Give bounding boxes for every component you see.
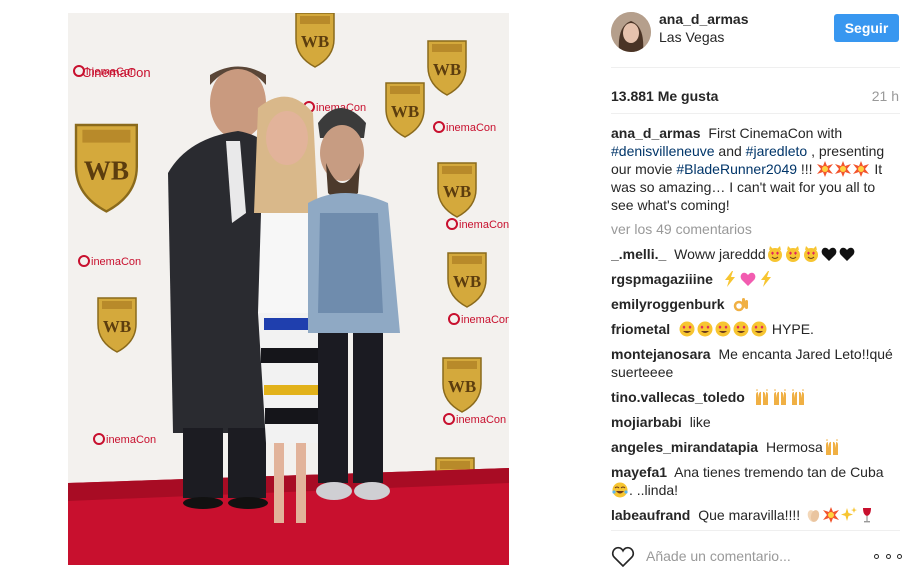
divider [611, 67, 900, 68]
comment-username[interactable]: mojiarbabi [611, 414, 682, 430]
dot [885, 553, 891, 559]
comment-item: tino.vallecas_toledo [611, 388, 901, 406]
dot [897, 553, 902, 559]
raised-hands-icon [773, 389, 786, 405]
ok-hand-icon [734, 298, 749, 312]
comment-emojis [611, 482, 629, 498]
caption-emojis [816, 161, 870, 177]
raised-hands-icon [825, 439, 838, 455]
comment-text: like [689, 414, 711, 430]
caption-username[interactable]: ana_d_armas [611, 125, 701, 141]
location-link[interactable]: Las Vegas [659, 29, 724, 45]
comment-username[interactable]: labeaufrand [611, 507, 690, 523]
comment-emojis [678, 321, 768, 337]
comment-username[interactable]: emilyroggenburk [611, 296, 725, 312]
comment-emojis [753, 389, 807, 405]
raised-hands-icon [755, 389, 768, 405]
comment-item: angeles_mirandatapia Hermosa [611, 438, 901, 456]
comment-emojis [766, 246, 856, 262]
collision-icon [835, 161, 852, 177]
comment-text: . ..linda! [629, 482, 679, 498]
heart-eyes-icon [697, 321, 713, 337]
black-heart-icon [839, 247, 855, 261]
comment-item: _.melli._ Woww jareddd [611, 245, 901, 263]
heart-eyes-cat-icon [767, 246, 782, 262]
comment-item: mojiarbabi like [611, 413, 901, 431]
comment-text: Ana tienes tremendo tan de Cuba [674, 464, 884, 480]
timestamp[interactable]: 21 h [872, 88, 899, 104]
photo-scene: WB inemaCon [68, 13, 509, 565]
heart-eyes-icon [679, 321, 695, 337]
comment-item: labeaufrand Que maravilla!!!! [611, 506, 901, 524]
comment-text: Hermosa [765, 439, 823, 455]
caption-text: First CinemaCon with [708, 125, 843, 141]
hashtag-link[interactable]: #BladeRunner2049 [676, 161, 797, 177]
lightning-icon [760, 271, 771, 287]
clap-icon [807, 510, 820, 522]
comment-username[interactable]: mayefa1 [611, 464, 667, 480]
caption-text: !!! [800, 161, 813, 177]
comment-text: Que maravilla!!!! [698, 507, 801, 523]
avatar[interactable] [611, 12, 651, 52]
username-link[interactable]: ana_d_armas [659, 11, 749, 27]
dot [874, 553, 879, 559]
divider [611, 113, 900, 114]
comment-username[interactable]: friometal [611, 321, 670, 337]
comment-text: HYPE. [771, 321, 814, 337]
collision-icon [853, 161, 870, 177]
comment-emojis [732, 296, 750, 312]
black-heart-icon [821, 247, 837, 261]
comment-username[interactable]: _.melli._ [611, 246, 666, 262]
avatar-image [611, 12, 651, 52]
heart-icon[interactable] [611, 546, 635, 568]
post-photo[interactable]: WB inemaCon [68, 13, 509, 565]
heart-eyes-cat-icon [785, 246, 800, 262]
heart-eyes-icon [751, 321, 767, 337]
comment-username[interactable]: angeles_mirandatapia [611, 439, 758, 455]
heart-eyes-cat-icon [803, 246, 818, 262]
caption-text: and [718, 143, 742, 159]
comment-emojis [823, 439, 841, 455]
more-options-icon[interactable] [874, 549, 902, 563]
post-sidebar: ana_d_armas Las Vegas Seguir 13.881 Me g… [595, 0, 911, 577]
caption: ana_d_armas First CinemaCon with #denisv… [611, 124, 901, 214]
comment-text: Woww jareddd [674, 246, 766, 262]
comment-username[interactable]: rgspmagaziiine [611, 271, 713, 287]
comment-item: rgspmagaziiine [611, 270, 901, 288]
comment-item: emilyroggenburk [611, 295, 901, 313]
pink-heart-icon [740, 272, 756, 286]
comment-item: friometal HYPE. [611, 320, 901, 338]
raised-hands-icon [791, 389, 804, 405]
divider [611, 530, 900, 531]
post-header: ana_d_armas Las Vegas Seguir [595, 0, 911, 60]
cinemacon-banner-text: CinemaCon [82, 65, 151, 80]
sparkles-icon [841, 507, 858, 521]
comment-username[interactable]: montejanosara [611, 346, 711, 362]
follow-button[interactable]: Seguir [834, 14, 899, 42]
comment-emojis [804, 507, 876, 523]
heart-eyes-icon [715, 321, 731, 337]
likes-count[interactable]: 13.881 Me gusta [611, 88, 718, 104]
hashtag-link[interactable]: #denisvilleneuve [611, 143, 715, 159]
comment-item: montejanosara Me encanta Jared Leto!!qué… [611, 345, 901, 381]
lightning-icon [724, 271, 735, 287]
collision-icon [817, 161, 834, 177]
comment-emojis [721, 271, 775, 287]
tears-of-joy-icon [612, 482, 628, 498]
comment-item: mayefa1 Ana tienes tremendo tan de Cuba … [611, 463, 901, 499]
comments-list: ana_d_armas First CinemaCon with #denisv… [611, 124, 901, 528]
collision-icon [823, 507, 840, 523]
heart-eyes-icon [733, 321, 749, 337]
hashtag-link[interactable]: #jaredleto [746, 143, 808, 159]
comment-input[interactable] [646, 546, 836, 566]
wine-glass-icon [863, 508, 872, 523]
view-all-comments-link[interactable]: ver los 49 comentarios [611, 220, 901, 238]
comment-username[interactable]: tino.vallecas_toledo [611, 389, 745, 405]
